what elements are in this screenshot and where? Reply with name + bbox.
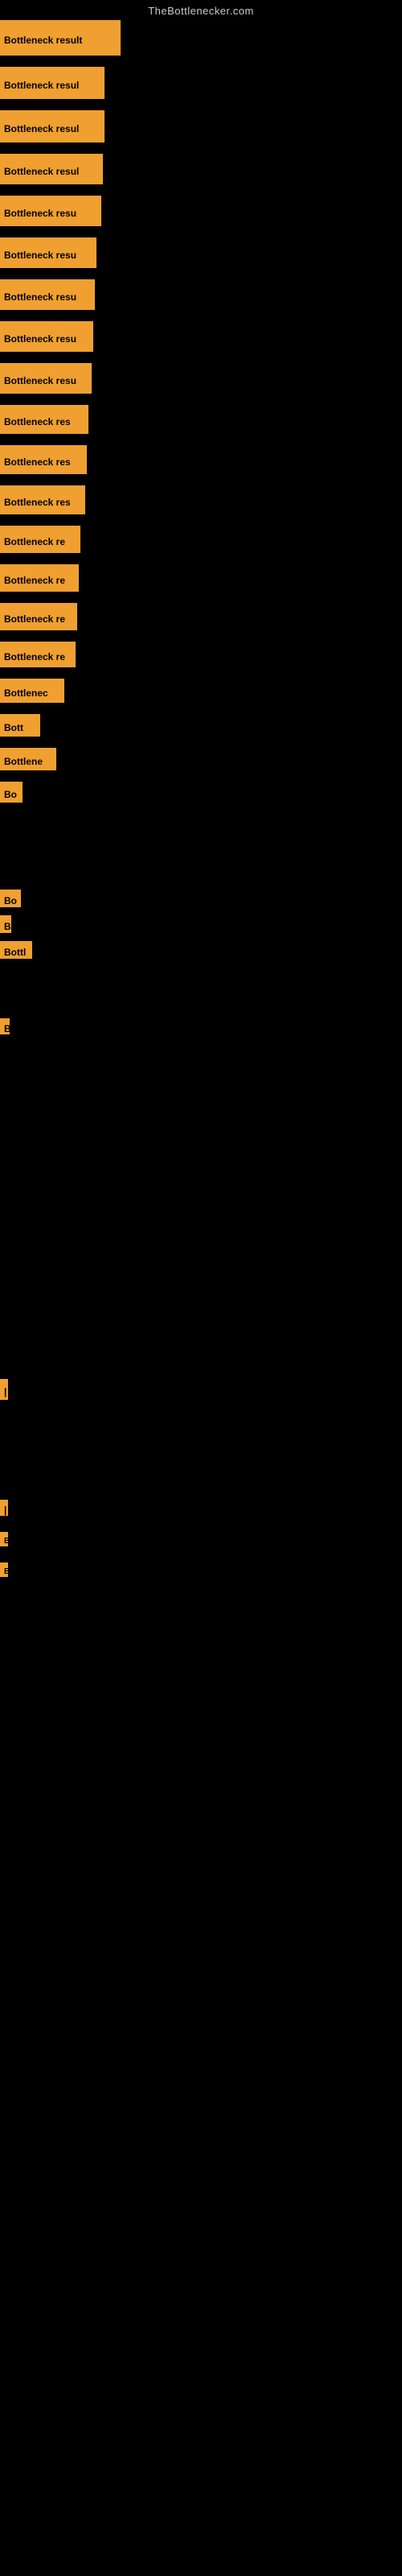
- bar-row: Bottleneck resu: [0, 196, 402, 226]
- bottleneck-label: Bottleneck re: [0, 603, 77, 630]
- bottleneck-label: Bottleneck res: [0, 485, 85, 514]
- bar-row: Bo: [0, 782, 402, 803]
- bottleneck-label: |: [0, 1379, 8, 1400]
- bottleneck-label: Bottleneck result: [0, 20, 121, 56]
- bar-row: Bottlene: [0, 748, 402, 770]
- bar-row: B: [0, 1018, 402, 1034]
- bar-row: Bottleneck res: [0, 445, 402, 474]
- bar-row: B: [0, 915, 402, 933]
- bottleneck-label: Bottleneck resu: [0, 321, 93, 352]
- bottleneck-label: B: [0, 915, 11, 933]
- bar-row: Bottleneck re: [0, 564, 402, 592]
- bottleneck-label: B: [0, 1018, 10, 1034]
- bar-row: Bottleneck re: [0, 526, 402, 553]
- bar-row: Bottleneck resul: [0, 110, 402, 142]
- bar-row: |: [0, 1379, 402, 1400]
- bar-row: Bottleneck resu: [0, 321, 402, 352]
- bottleneck-label: Bott: [0, 714, 40, 737]
- bar-row: Bottleneck res: [0, 405, 402, 434]
- bar-row: Bottleneck resu: [0, 363, 402, 394]
- bottleneck-label: Bottleneck res: [0, 405, 88, 434]
- bottleneck-label: |: [0, 1500, 8, 1516]
- bar-row: Bottleneck result: [0, 20, 402, 56]
- bar-row: B: [0, 1532, 402, 1546]
- bottleneck-label: Bottleneck re: [0, 526, 80, 553]
- bottleneck-label: Bo: [0, 782, 23, 803]
- bottleneck-label: Bottlene: [0, 748, 56, 770]
- bottleneck-label: Bo: [0, 890, 21, 907]
- bottleneck-label: B: [0, 1563, 8, 1577]
- bar-row: Bottlenec: [0, 679, 402, 703]
- bottleneck-label: B: [0, 1532, 8, 1546]
- bar-row: Bottleneck re: [0, 642, 402, 667]
- bottleneck-label: Bottlenec: [0, 679, 64, 703]
- bottleneck-label: Bottleneck res: [0, 445, 87, 474]
- bar-row: Bottleneck resul: [0, 154, 402, 184]
- bar-row: Bottleneck res: [0, 485, 402, 514]
- bottleneck-label: Bottleneck resu: [0, 196, 101, 226]
- bottleneck-label: Bottleneck re: [0, 642, 76, 667]
- bar-row: |: [0, 1500, 402, 1516]
- bottleneck-label: Bottleneck re: [0, 564, 79, 592]
- bar-row: Bottleneck resu: [0, 237, 402, 268]
- bar-row: Bottl: [0, 941, 402, 959]
- bar-row: Bottleneck re: [0, 603, 402, 630]
- bar-row: Bottleneck resu: [0, 279, 402, 310]
- bar-row: Bo: [0, 890, 402, 907]
- bottleneck-label: Bottl: [0, 941, 32, 959]
- bottleneck-label: Bottleneck resul: [0, 154, 103, 184]
- bar-row: Bottleneck resul: [0, 67, 402, 99]
- bottleneck-label: Bottleneck resu: [0, 363, 92, 394]
- bottleneck-label: Bottleneck resu: [0, 237, 96, 268]
- site-title: TheBottlenecker.com: [0, 0, 402, 20]
- bottleneck-label: Bottleneck resu: [0, 279, 95, 310]
- bottleneck-label: Bottleneck resul: [0, 67, 105, 99]
- bottleneck-label: Bottleneck resul: [0, 110, 105, 142]
- bar-row: Bott: [0, 714, 402, 737]
- bar-row: B: [0, 1563, 402, 1577]
